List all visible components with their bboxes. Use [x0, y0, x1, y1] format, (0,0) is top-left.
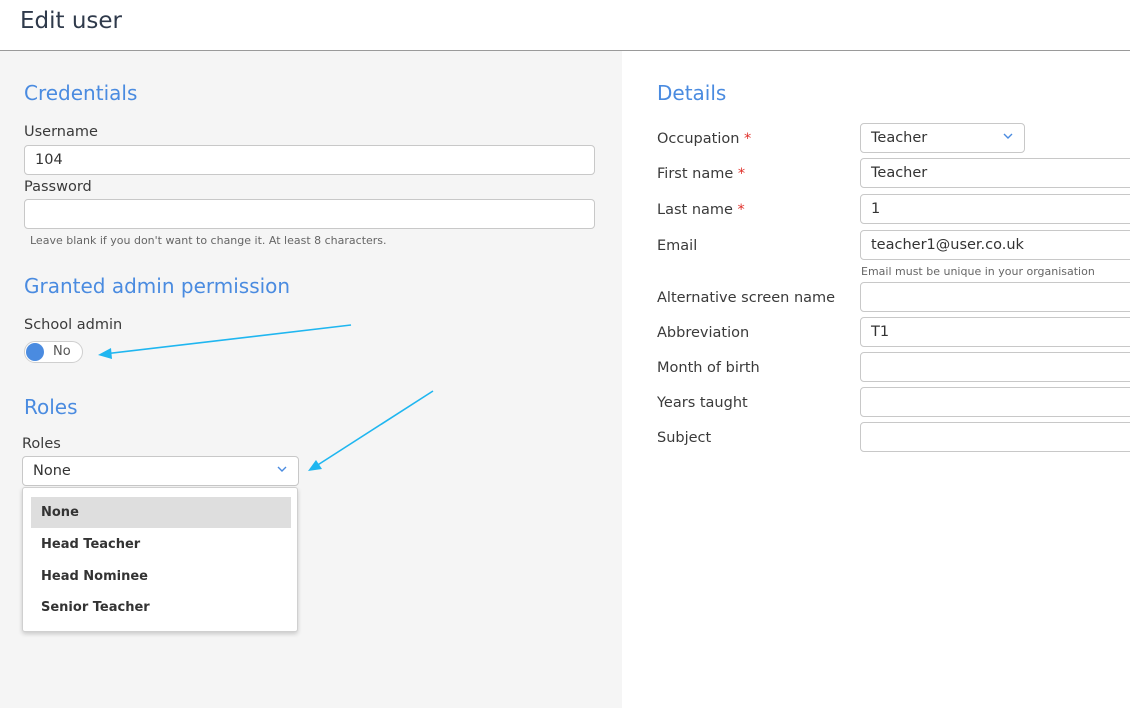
first-name-label: First name * — [657, 166, 745, 182]
required-mark: * — [744, 131, 752, 147]
school-admin-toggle[interactable]: No — [24, 341, 83, 363]
month-of-birth-input[interactable] — [860, 352, 1130, 382]
abbreviation-label: Abbreviation — [657, 325, 750, 341]
first-name-label-text: First name — [657, 166, 734, 182]
roles-heading: Roles — [24, 395, 78, 419]
last-name-label: Last name * — [657, 202, 745, 218]
years-taught-label: Years taught — [657, 395, 748, 411]
password-help-text: Leave blank if you don't want to change … — [30, 234, 387, 247]
alt-screen-name-input[interactable] — [860, 282, 1130, 312]
subject-label: Subject — [657, 430, 712, 446]
credentials-heading: Credentials — [24, 81, 138, 105]
roles-option-none[interactable]: None — [31, 497, 291, 528]
toggle-knob — [26, 343, 44, 361]
occupation-label: Occupation * — [657, 131, 751, 147]
username-input[interactable]: 104 — [24, 145, 595, 175]
roles-option-senior-teacher[interactable]: Senior Teacher — [31, 592, 291, 623]
roles-selected-value: None — [33, 463, 71, 479]
username-label: Username — [24, 124, 98, 140]
chevron-down-icon — [277, 466, 287, 472]
first-name-input[interactable]: Teacher — [860, 158, 1130, 188]
occupation-label-text: Occupation — [657, 131, 740, 147]
password-input[interactable] — [24, 199, 595, 229]
occupation-select[interactable]: Teacher — [860, 123, 1025, 153]
chevron-down-icon — [1003, 133, 1013, 139]
page-title: Edit user — [20, 8, 123, 34]
roles-option-head-teacher[interactable]: Head Teacher — [31, 529, 291, 560]
last-name-input[interactable]: 1 — [860, 194, 1130, 224]
details-heading: Details — [657, 81, 727, 105]
required-mark: * — [737, 166, 746, 182]
email-input[interactable]: teacher1@user.co.uk — [860, 230, 1130, 260]
abbreviation-input[interactable]: T1 — [860, 317, 1130, 347]
password-label: Password — [24, 179, 92, 195]
month-of-birth-label: Month of birth — [657, 360, 760, 376]
required-mark: * — [737, 202, 745, 218]
subject-input[interactable] — [860, 422, 1130, 452]
occupation-selected-value: Teacher — [871, 130, 928, 146]
toggle-state-text: No — [53, 344, 71, 359]
email-label: Email — [657, 238, 698, 254]
alt-screen-name-label: Alternative screen name — [657, 290, 836, 306]
roles-label: Roles — [22, 436, 61, 452]
admin-permission-heading: Granted admin permission — [24, 274, 291, 298]
roles-dropdown-menu: None Head Teacher Head Nominee Senior Te… — [22, 487, 298, 632]
roles-option-head-nominee[interactable]: Head Nominee — [31, 561, 291, 592]
roles-select[interactable]: None — [22, 456, 299, 486]
years-taught-input[interactable] — [860, 387, 1130, 417]
school-admin-label: School admin — [24, 317, 123, 333]
email-help-text: Email must be unique in your organisatio… — [861, 265, 1095, 278]
last-name-label-text: Last name — [657, 202, 733, 218]
page-header: Edit user — [0, 0, 1130, 51]
